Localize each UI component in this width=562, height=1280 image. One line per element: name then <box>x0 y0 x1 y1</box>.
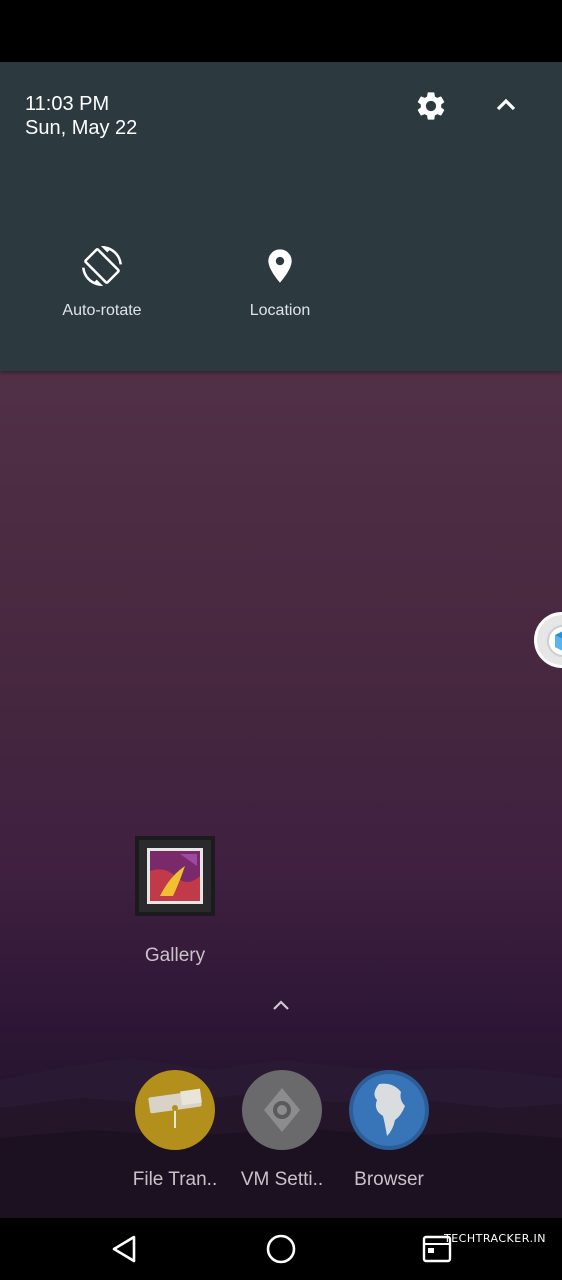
app-label-file-transfer: File Tran.. <box>132 1169 218 1190</box>
watermark: TECHTRACKER.IN <box>444 1232 546 1245</box>
qs-date[interactable]: Sun, May 22 <box>25 116 137 140</box>
app-drawer-chevron-up-icon[interactable] <box>269 993 293 1017</box>
status-bar <box>0 0 562 62</box>
cube-icon <box>555 631 562 651</box>
tile-label-location: Location <box>249 302 311 319</box>
gallery-icon <box>135 836 215 916</box>
tile-location[interactable]: Location <box>210 246 350 336</box>
app-label-gallery: Gallery <box>144 945 206 966</box>
app-label-browser: Browser <box>354 1169 424 1190</box>
app-gallery[interactable]: Gallery <box>120 836 230 976</box>
home-circle-icon[interactable] <box>261 1229 301 1269</box>
navigation-bar <box>0 1218 562 1280</box>
tile-label-auto-rotate: Auto-rotate <box>62 302 142 319</box>
qs-time: 11:03 PM <box>25 93 110 115</box>
auto-rotate-icon <box>82 246 122 286</box>
globe-icon <box>349 1070 429 1150</box>
app-label-vm-settings: VM Setti.. <box>240 1169 324 1190</box>
dock-app-file-transfer[interactable]: File Tran.. <box>120 1070 230 1190</box>
file-transfer-icon <box>135 1070 215 1150</box>
gear-icon[interactable] <box>414 89 448 123</box>
quick-settings-panel: 11:03 PM Sun, May 22 Auto-rotate Locatio… <box>0 62 562 371</box>
tile-auto-rotate[interactable]: Auto-rotate <box>32 246 172 336</box>
vm-settings-icon <box>242 1070 322 1150</box>
floating-cube-icon <box>547 625 562 657</box>
back-triangle-icon[interactable] <box>105 1229 145 1269</box>
dock-app-browser[interactable]: Browser <box>334 1070 444 1190</box>
chevron-up-icon[interactable] <box>490 89 522 121</box>
dock-app-vm-settings[interactable]: VM Setti.. <box>227 1070 337 1190</box>
location-pin-icon <box>268 249 292 283</box>
